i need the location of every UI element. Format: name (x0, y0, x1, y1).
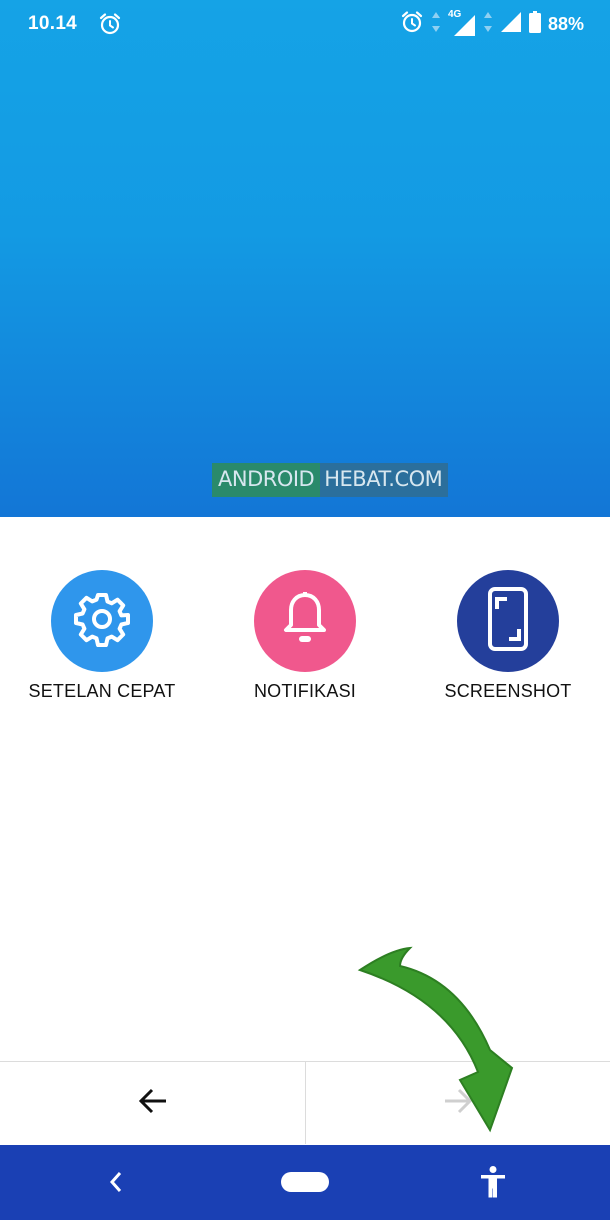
alarm-icon (98, 12, 122, 41)
watermark-logo: ANDROID HEBAT.COM (212, 463, 449, 497)
previous-button[interactable] (0, 1062, 305, 1144)
battery-percent: 88% (547, 13, 584, 34)
quick-settings-label: SETELAN CEPAT (28, 681, 176, 701)
signal-4g-icon: 4G (448, 9, 476, 37)
action-shortcuts: SETELAN CEPAT NOTIFIKASI SCREENSHOT (0, 570, 610, 710)
screenshot-icon (486, 586, 530, 656)
notifications-circle[interactable] (254, 570, 356, 672)
system-navigation-bar (0, 1145, 610, 1220)
screenshot-label: SCREENSHOT (444, 681, 572, 701)
quick-settings-button[interactable]: SETELAN CEPAT (2, 570, 202, 702)
home-button[interactable] (281, 1172, 329, 1192)
notifications-button[interactable]: NOTIFIKASI (205, 570, 405, 702)
bell-icon (277, 589, 333, 654)
accessibility-icon[interactable] (478, 1165, 508, 1204)
arrow-left-icon (138, 1088, 168, 1119)
watermark-part2: HEBAT.COM (320, 463, 449, 497)
screenshot-button[interactable]: SCREENSHOT (408, 570, 608, 702)
screenshot-circle[interactable] (457, 570, 559, 672)
quick-settings-circle[interactable] (51, 570, 153, 672)
notifications-label: NOTIFIKASI (253, 681, 356, 701)
status-bar: 10.14 4G 88% (0, 0, 610, 48)
alarm-icon (400, 10, 424, 39)
data-activity-icon (431, 10, 441, 39)
watermark-part1: ANDROID (212, 463, 321, 497)
status-icons: 4G 88% (400, 9, 584, 39)
status-time: 10.14 (28, 13, 78, 34)
battery-icon (528, 10, 541, 38)
header-banner (0, 0, 610, 517)
signal-icon (500, 11, 522, 38)
data-activity-icon (483, 10, 493, 39)
gear-icon (72, 589, 132, 654)
annotation-arrow (357, 946, 514, 1133)
back-chevron-icon[interactable] (104, 1169, 128, 1200)
